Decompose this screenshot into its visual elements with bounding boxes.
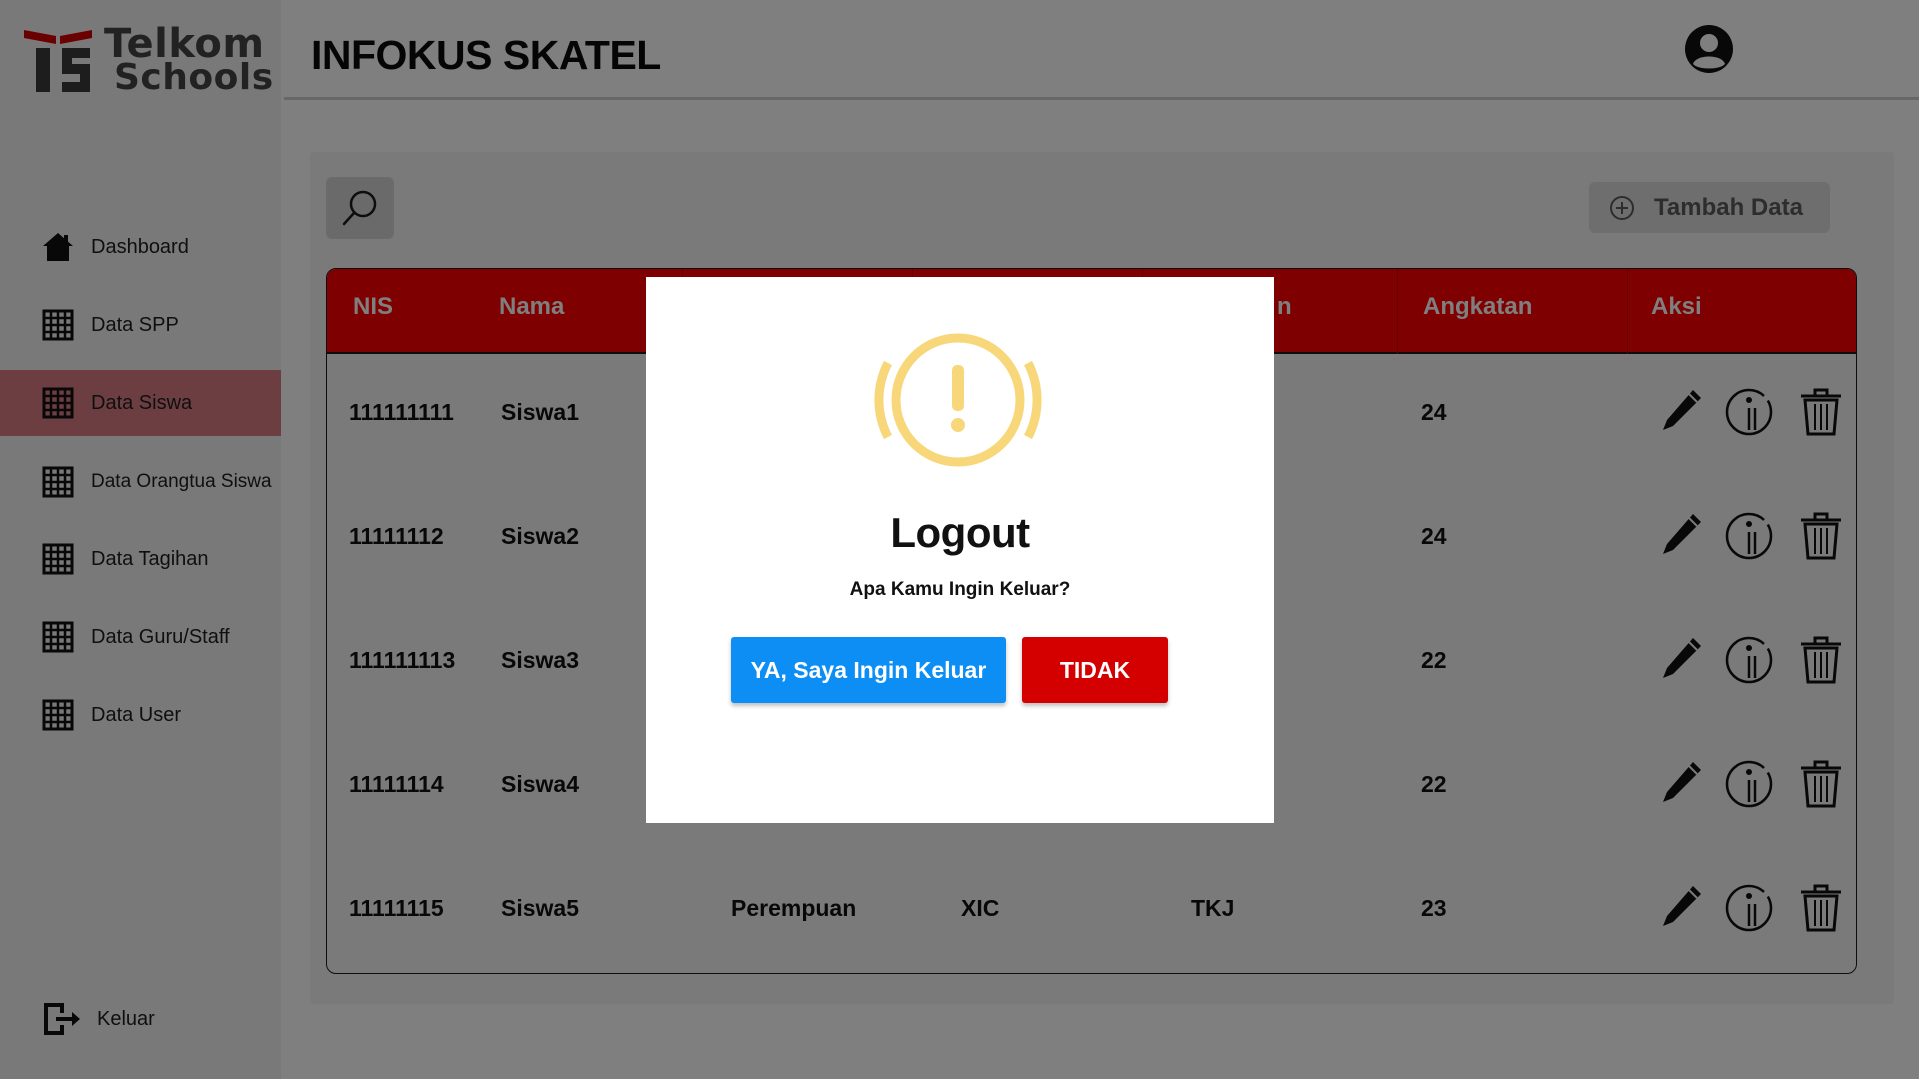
- dialog-message: Apa Kamu Ingin Keluar?: [849, 579, 1071, 600]
- dialog-title: Logout: [890, 509, 1030, 556]
- cancel-logout-button[interactable]: TIDAK: [1022, 637, 1168, 703]
- warning-icon: [874, 333, 1042, 467]
- logout-dialog: Logout Apa Kamu Ingin Keluar? YA, Saya I…: [646, 277, 1274, 823]
- confirm-logout-button[interactable]: YA, Saya Ingin Keluar: [731, 637, 1006, 703]
